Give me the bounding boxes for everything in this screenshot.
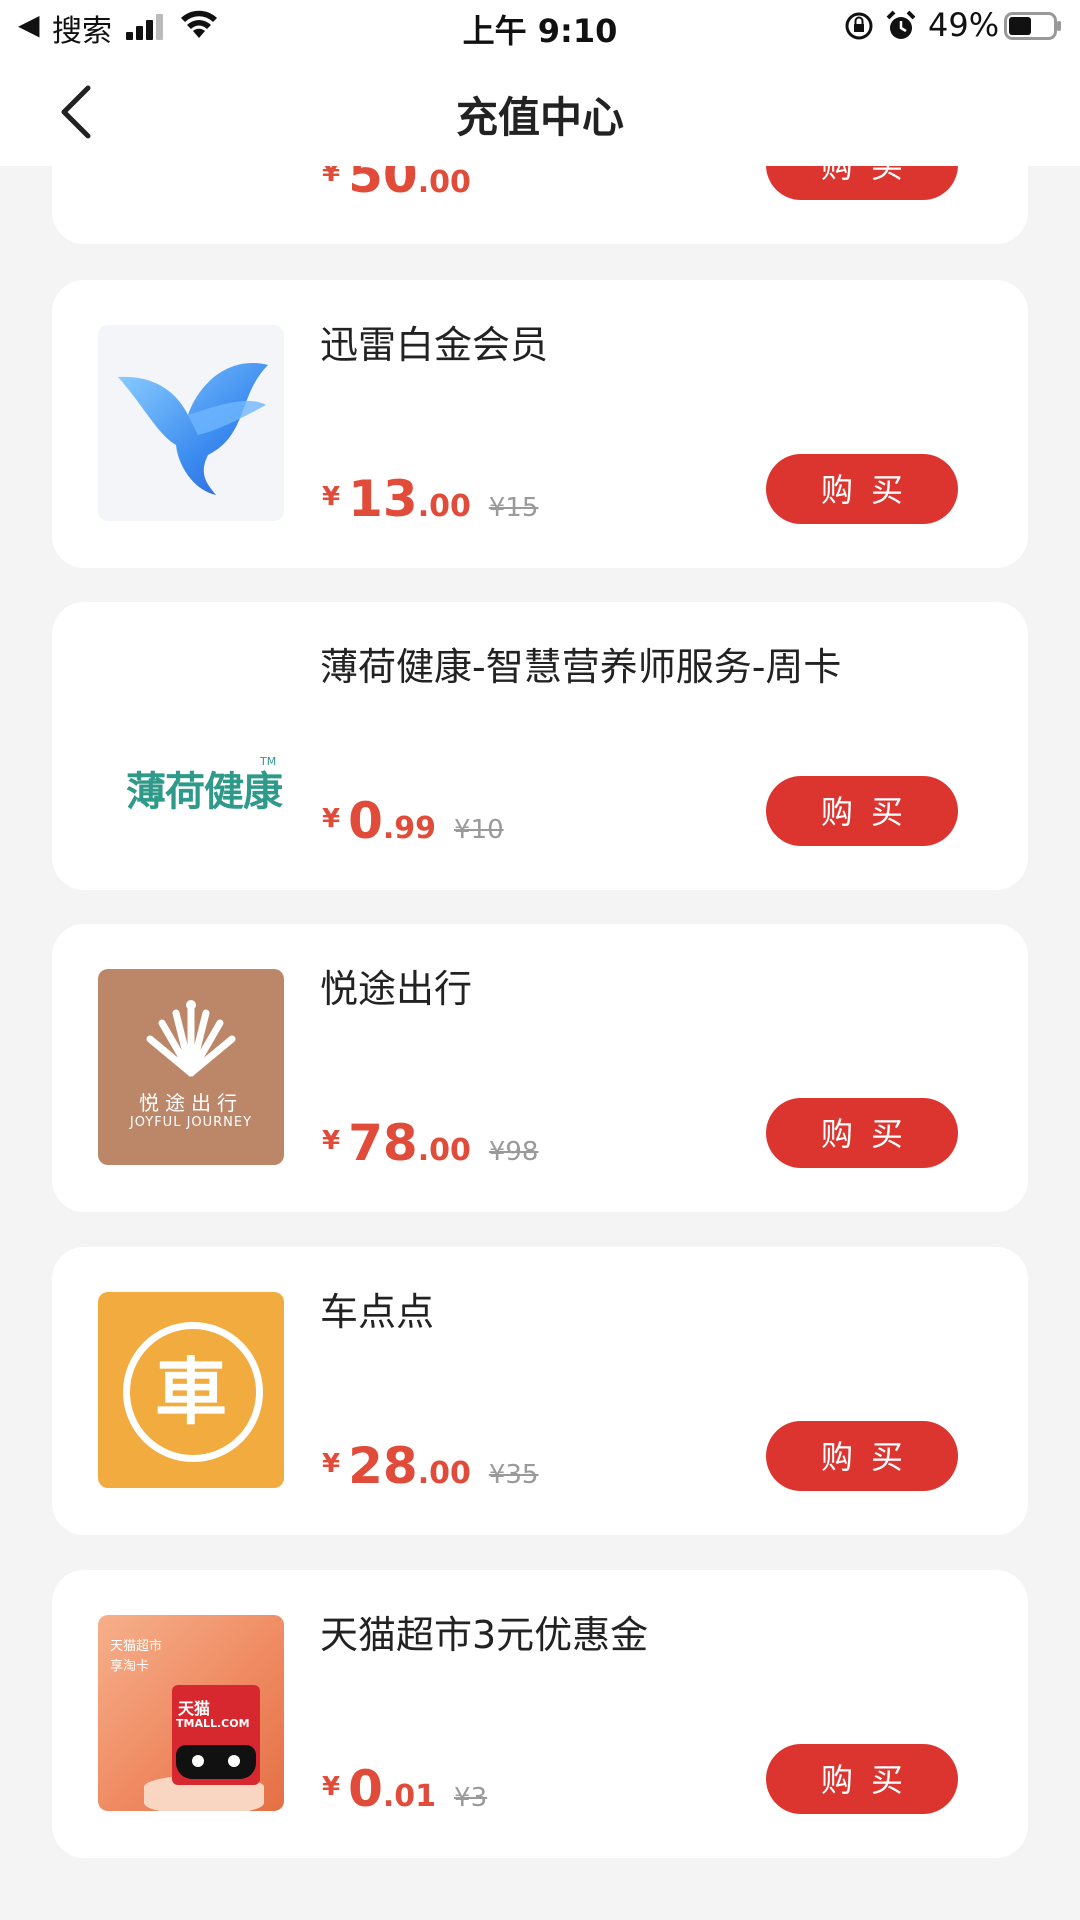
product-logo: 天猫超市 享淘卡 天猫 TMALL.COM (98, 1615, 284, 1811)
price-integer: 28 (348, 1437, 418, 1495)
product-card[interactable]: 薄荷健康 TM 薄荷健康-智慧营养师服务-周卡 ¥0.99 ¥10 购买 (52, 602, 1028, 890)
battery-icon (1004, 12, 1061, 40)
product-card[interactable]: 車 车点点 ¥28.00 ¥35 购买 (52, 1247, 1028, 1535)
tmall-card-title: 天猫超市 (110, 1639, 163, 1654)
price-decimal: .99 (382, 811, 437, 846)
product-name: 天猫超市3元优惠金 (320, 1613, 649, 1657)
product-logo: 車 (98, 1292, 284, 1488)
nav-bar: 充值中心 (0, 54, 1080, 166)
tmall-brand-text: 天猫 (178, 1699, 211, 1718)
price-decimal: .00 (417, 489, 471, 524)
price-decimal: .01 (382, 1779, 437, 1814)
trademark-symbol: TM (260, 755, 277, 768)
reed-fan-icon (146, 1000, 236, 1077)
page-title: 充值中心 (455, 93, 624, 142)
product-logo: 悦途出行 JOYFUL JOURNEY (98, 969, 284, 1165)
product-logo: 薄荷健康 TM (98, 647, 284, 843)
original-price: ¥15 (488, 493, 539, 523)
price-decimal: .00 (417, 1456, 471, 1491)
currency-symbol: ¥ (322, 1772, 341, 1802)
original-price: ¥35 (488, 1460, 539, 1490)
tmall-card-subtitle: 享淘卡 (110, 1659, 150, 1674)
product-name: 车点点 (320, 1290, 435, 1334)
price-decimal: .00 (417, 1133, 471, 1168)
price-integer: 0 (348, 792, 383, 850)
product-card[interactable]: 悦途出行 JOYFUL JOURNEY 悦途出行 ¥78.00 ¥98 购买 (52, 924, 1028, 1212)
price: ¥28.00 ¥35 (322, 1437, 538, 1507)
clock: 上午 9:10 (462, 12, 618, 50)
product-card[interactable]: 天猫超市 享淘卡 天猫 TMALL.COM 天猫超市3元优惠金 ¥0.01 ¥3 … (52, 1570, 1028, 1858)
price-integer: 0 (348, 1760, 383, 1818)
buy-button[interactable]: 购买 (766, 454, 958, 524)
tmall-brand-en: TMALL.COM (176, 1717, 250, 1730)
cat-face-icon (176, 1745, 256, 1779)
joyful-journey-logo-text: 悦途出行 (139, 1091, 243, 1115)
price: ¥0.99 ¥10 (322, 792, 504, 862)
buy-button[interactable]: 购买 (766, 1421, 958, 1491)
che-logo-text: 車 (154, 1350, 227, 1434)
original-price: ¥3 (454, 1783, 488, 1813)
buy-button[interactable]: 购买 (766, 1744, 958, 1814)
status-bar: ◀ 搜索 上午 9:10 49% (0, 0, 1080, 54)
price: ¥78.00 ¥98 (322, 1114, 538, 1184)
product-name: 悦途出行 (320, 967, 473, 1011)
product-logo (98, 325, 284, 521)
price-integer: 78 (348, 1114, 418, 1172)
buy-button[interactable]: 购买 (766, 776, 958, 846)
price-decimal: .00 (417, 165, 471, 200)
joyful-journey-logo-subtext: JOYFUL JOURNEY (129, 1115, 253, 1130)
alarm-icon (886, 10, 916, 39)
product-name: 迅雷白金会员 (320, 323, 549, 367)
currency-symbol: ¥ (322, 482, 341, 512)
rotation-lock-icon (845, 12, 873, 40)
price: ¥13.00 ¥15 (322, 470, 538, 540)
tmall-bag-icon: 天猫 TMALL.COM (172, 1685, 260, 1785)
currency-symbol: ¥ (322, 804, 341, 834)
currency-symbol: ¥ (322, 1449, 341, 1479)
buy-button[interactable]: 购买 (766, 1098, 958, 1168)
currency-symbol: ¥ (322, 1126, 341, 1156)
original-price: ¥10 (454, 815, 504, 845)
product-card[interactable]: 迅雷白金会员 ¥13.00 ¥15 购买 (52, 280, 1028, 568)
hummingbird-icon (118, 363, 268, 495)
product-name: 薄荷健康-智慧营养师服务-周卡 (320, 645, 842, 689)
battery-percent: 49% (928, 6, 1000, 44)
price-integer: 13 (348, 470, 418, 528)
price: ¥0.01 ¥3 (322, 1760, 487, 1830)
mint-health-logo-text: 薄荷健康 (126, 769, 283, 815)
original-price: ¥98 (488, 1137, 539, 1167)
